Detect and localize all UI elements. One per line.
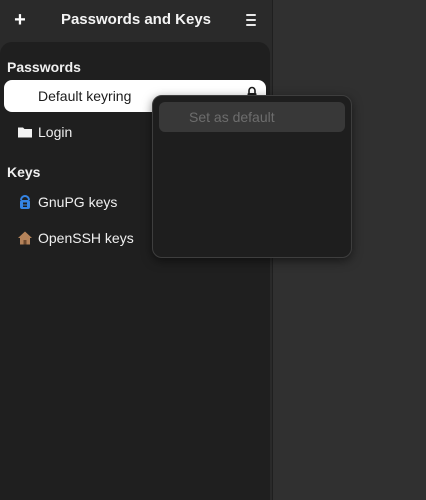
sidebar-item-label: Login	[38, 124, 73, 140]
plus-icon: +	[14, 9, 26, 31]
app-window: + Passwords and Keys Passwords Default k…	[0, 0, 426, 500]
home-icon	[18, 231, 32, 245]
sidebar-item-label: GnuPG keys	[38, 194, 118, 210]
add-button[interactable]: +	[8, 8, 32, 32]
context-menu-popover: Set as default	[152, 95, 352, 258]
section-title-keys: Keys	[7, 164, 41, 180]
hamburger-icon-bar	[246, 19, 256, 21]
gnupg-icon	[20, 195, 30, 209]
sidebar-item-label: Default keyring	[38, 88, 132, 104]
menu-item-label: Set as default	[189, 109, 275, 125]
window-title: Passwords and Keys	[60, 11, 212, 28]
main-menu-button[interactable]	[242, 10, 262, 30]
section-title-passwords: Passwords	[7, 59, 81, 75]
sidebar-item-label: OpenSSH keys	[38, 230, 134, 246]
hamburger-icon-bar	[246, 24, 256, 26]
header-bar: + Passwords and Keys	[0, 0, 272, 42]
folder-icon	[18, 127, 32, 138]
hamburger-icon	[246, 14, 256, 16]
set-as-default-menu-item[interactable]: Set as default	[159, 102, 345, 132]
